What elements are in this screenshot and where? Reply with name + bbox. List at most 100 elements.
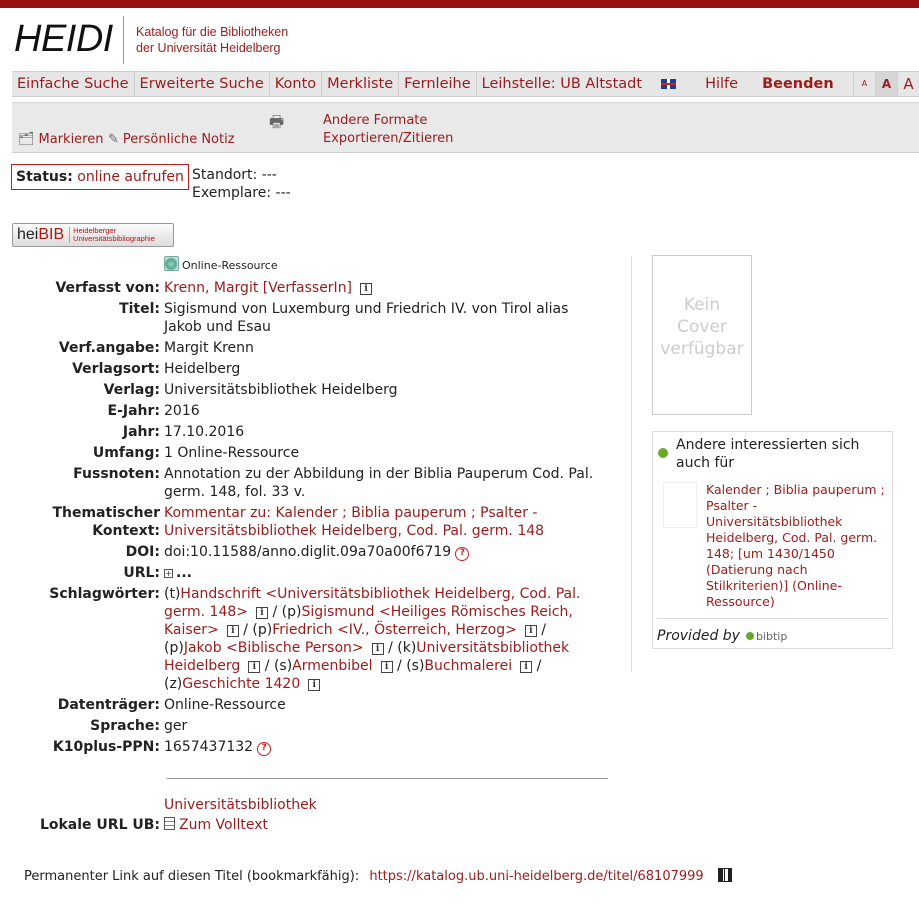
author-info-icon[interactable]: i <box>360 283 373 295</box>
recommendations-box: Andere interessierten sich auch für Kale… <box>652 431 893 649</box>
ppn-row: K10plus-PPN: 1657437132? <box>12 738 622 756</box>
local-url-section: Universitätsbibliothek Lokale URL UB: Zu… <box>12 796 622 837</box>
verfangabe-row: Verf.angabe: Margit Krenn <box>12 339 622 357</box>
nav-merkliste[interactable]: Merkliste <box>322 72 400 96</box>
status-online-link[interactable]: online aufrufen <box>77 169 184 185</box>
record-toolbar: 🗂 Markieren ✎ Persönliche Notiz 🖶 Andere F… <box>12 102 919 153</box>
permalink-url[interactable]: https://katalog.ub.uni-heidelberg.de/tit… <box>369 869 703 884</box>
subject-link[interactable]: Buchmalerei <box>424 658 512 674</box>
export-cite-link[interactable]: Exportieren/Zitieren <box>323 131 453 146</box>
fulltext-link[interactable]: Zum Volltext <box>179 817 268 833</box>
verlag-row: Verlag: Universitätsbibliothek Heidelber… <box>12 381 622 399</box>
subject-info-icon[interactable]: i <box>308 679 321 691</box>
mark-button[interactable]: 🗂 Markieren <box>18 132 103 147</box>
heibib-badge[interactable]: heiBIB Heidelberger Universitätsbibliogr… <box>12 223 174 247</box>
author-row: Verfasst von: Krenn, Margit [VerfasserIn… <box>12 279 622 297</box>
cover-placeholder: Kein Cover verfügbar <box>652 255 752 415</box>
doi-value: doi:10.11588/anno.diglit.09a70a00f6719 <box>164 544 452 560</box>
font-size-large-button[interactable]: A <box>897 72 919 96</box>
title-value: Sigismund von Luxemburg und Friedrich IV… <box>164 301 569 335</box>
font-size-switcher: A A A <box>853 72 919 96</box>
personal-note-button[interactable]: ✎ Persönliche Notiz <box>108 132 235 147</box>
logo-divider <box>123 16 124 64</box>
ejahr-value: 2016 <box>164 403 200 419</box>
ppn-help-icon[interactable]: ? <box>257 742 272 756</box>
column-divider <box>631 256 632 672</box>
print-icon[interactable]: 🖶 <box>269 111 284 138</box>
subject-info-icon[interactable]: i <box>371 643 384 655</box>
subject-link[interactable]: Jakob <Biblische Person> <box>184 640 364 656</box>
recommendation-thumbnail[interactable] <box>663 482 697 528</box>
verlagsort-row: Verlagsort: Heidelberg <box>12 360 622 378</box>
local-url-label: Lokale URL UB: <box>39 817 160 833</box>
subject-info-icon[interactable]: i <box>380 661 393 673</box>
datentraeger-value: Online-Ressource <box>164 697 286 713</box>
verlag-value: Universitätsbibliothek Heidelberg <box>164 382 398 398</box>
author-link[interactable]: Krenn, Margit [VerfasserIn] <box>164 280 352 296</box>
umfang-label: Umfang: <box>92 445 160 461</box>
recommendations-divider <box>657 618 889 619</box>
url-label: URL: <box>123 565 160 581</box>
subject-info-icon[interactable]: i <box>248 661 261 673</box>
sprache-row: Sprache: ger <box>12 717 622 735</box>
mark-label: Markieren <box>38 132 104 147</box>
permalink-label: Permanenter Link auf diesen Titel (bookm… <box>24 869 360 884</box>
jahr-value: 17.10.2016 <box>164 424 245 440</box>
resource-type-row: Online-Ressource <box>12 256 622 275</box>
ejahr-label: E-Jahr: <box>107 403 161 419</box>
nav-erweiterte-suche[interactable]: Erweiterte Suche <box>135 72 270 96</box>
umfang-row: Umfang: 1 Online-Ressource <box>12 444 622 462</box>
jahr-row: Jahr: 17.10.2016 <box>12 423 622 441</box>
bibtip-logo[interactable]: bibtip <box>746 630 787 643</box>
kontext-row: Thematischer Kontext: Kommentar zu: Kalen… <box>12 504 622 540</box>
subject-link[interactable]: Armenbibel <box>292 658 372 674</box>
schlagwoerter-label: Schlagwörter: <box>49 586 160 602</box>
nav-konto[interactable]: Konto <box>270 72 323 96</box>
location-info: Standort: --- Exemplare: --- <box>192 166 291 202</box>
resource-type: Online-Ressource <box>182 259 278 272</box>
other-formats-link[interactable]: Andere Formate <box>323 113 427 128</box>
exemplare-text: Exemplare: --- <box>192 185 291 201</box>
kontext-link[interactable]: Kommentar zu: Kalender ; Biblia pauperum… <box>164 505 544 539</box>
personal-note-label: Persönliche Notiz <box>122 132 235 147</box>
schlagwoerter-row: Schlagwörter: (t)Handschrift <Universitä… <box>12 585 622 693</box>
doi-help-icon[interactable]: ? <box>455 547 470 561</box>
nav-fernleihe[interactable]: Fernleihe <box>399 72 477 96</box>
subject-info-icon[interactable]: i <box>520 661 533 673</box>
pencil-icon: ✎ <box>108 132 119 147</box>
local-library-link[interactable]: Universitätsbibliothek <box>164 797 317 813</box>
tagline-line1: Katalog für die Bibliotheken <box>136 25 289 39</box>
subject-info-icon[interactable]: i <box>524 625 537 637</box>
font-size-medium-button[interactable]: A <box>875 72 897 96</box>
heidi-logo[interactable]: HEIDI <box>14 18 113 61</box>
online-resource-icon <box>164 256 179 271</box>
verfangabe-label: Verf.angabe: <box>58 340 160 356</box>
verlagsort-value: Heidelberg <box>164 361 241 377</box>
document-icon <box>164 817 175 830</box>
subject-link[interactable]: Geschichte 1420 <box>182 676 300 692</box>
verlag-label: Verlag: <box>103 382 160 398</box>
sprache-value: ger <box>164 718 188 734</box>
nav-hilfe[interactable]: Hilfe <box>700 72 743 96</box>
subject-info-icon[interactable]: i <box>256 607 268 619</box>
ejahr-row: E-Jahr: 2016 <box>12 402 622 420</box>
ppn-label: K10plus-PPN: <box>52 739 160 755</box>
status-label: Status: <box>16 169 73 185</box>
nav-leihstelle[interactable]: Leihstelle: UB Altstadt <box>477 72 647 96</box>
nav-beenden[interactable]: Beenden <box>757 72 839 96</box>
font-size-small-button[interactable]: A <box>853 72 875 96</box>
catalog-tagline: Katalog für die Bibliotheken der Univers… <box>136 24 288 56</box>
url-more[interactable]: ... <box>176 565 192 581</box>
bibtip-dot-icon <box>658 448 668 458</box>
subject-link[interactable]: Friedrich <IV., Österreich, Herzog> <box>272 622 517 638</box>
subject-info-icon[interactable]: i <box>226 625 239 637</box>
qr-code-icon[interactable] <box>717 868 732 882</box>
fussnoten-label: Fussnoten: <box>73 466 160 482</box>
recommendation-link[interactable]: Kalender ; Biblia pauperum ; Psalter - U… <box>706 482 888 610</box>
url-expand-icon[interactable]: + <box>164 569 173 578</box>
recommendations-heading: Andere interessierten sich auch für <box>676 437 860 471</box>
verlagsort-label: Verlagsort: <box>72 361 160 377</box>
uk-flag-icon[interactable] <box>661 79 677 89</box>
datentraeger-label: Datenträger: <box>57 697 160 713</box>
nav-einfache-suche[interactable]: Einfache Suche <box>12 72 135 96</box>
